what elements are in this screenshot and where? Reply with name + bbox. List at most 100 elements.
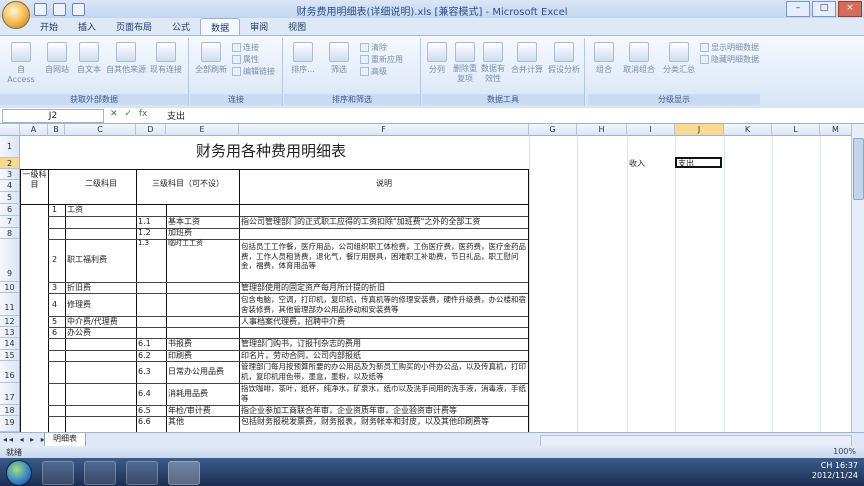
col-header-e[interactable]: E [166, 124, 239, 136]
from-other-sources-button[interactable]: 自其他来源 [106, 42, 146, 75]
connections-button[interactable]: 连接 [232, 42, 259, 53]
name-box[interactable]: J2 [2, 109, 104, 123]
select-all-corner[interactable] [0, 124, 20, 136]
what-if-analysis-button[interactable]: 假设分析 [546, 42, 582, 75]
item-sub[interactable]: 消耗用品费 [168, 389, 208, 399]
item-name[interactable]: 职工福利费 [67, 255, 107, 265]
sheet-tab-detail[interactable]: 明细表 [44, 433, 86, 447]
col-header-j[interactable]: J [675, 124, 724, 136]
insert-function-icon[interactable]: fx [139, 109, 148, 119]
item-desc[interactable]: 包括员工工作餐，医疗用品，公司组织职工体检费，工伤医疗费，医药费，医疗金药品费，… [241, 242, 526, 282]
item-desc[interactable]: 管理部使用的固定资产每月所计提的折旧 [241, 283, 527, 293]
item-desc[interactable]: 指公司管理部门的正式职工应得的工资扣除"加班费"之外的全部工资 [241, 217, 527, 227]
item-sub[interactable]: 临时工工资 [168, 238, 203, 248]
item-number[interactable]: 3 [52, 283, 57, 293]
header-level3[interactable]: 三级科目（可不设） [140, 179, 236, 189]
item-desc[interactable]: 包括财务报税发票费，财务报表，财务帐本和封皮，以及其他印刷费等 [241, 417, 527, 427]
item-sub[interactable]: 日常办公用品费 [168, 367, 224, 377]
tab-data[interactable]: 数据 [200, 18, 241, 35]
item-number[interactable]: 2 [52, 255, 57, 265]
row-header-15[interactable]: 15 [0, 350, 20, 361]
vertical-scrollbar[interactable] [851, 124, 864, 432]
presentation-taskbar-icon[interactable] [126, 461, 158, 485]
ungroup-button[interactable]: 取消组合 [620, 42, 658, 75]
item-code[interactable]: 6.2 [138, 351, 151, 361]
item-code[interactable]: 6.3 [138, 367, 151, 377]
properties-button[interactable]: 属性 [232, 54, 259, 65]
col-header-f[interactable]: F [239, 124, 529, 136]
worksheet-grid[interactable]: A B C D E F G H I J K L M 1 2 3 4 5 6 7 … [0, 124, 864, 432]
item-sub[interactable]: 印刷费 [168, 351, 192, 361]
row-header-10[interactable]: 10 [0, 282, 20, 293]
minimize-button[interactable]: – [786, 1, 810, 17]
item-sub[interactable]: 基本工资 [168, 217, 200, 227]
tab-view[interactable]: 视图 [278, 18, 316, 35]
item-number[interactable]: 5 [52, 317, 57, 327]
close-button[interactable]: × [838, 1, 862, 17]
col-header-g[interactable]: G [529, 124, 577, 136]
row-header-1[interactable]: 1 [0, 136, 20, 158]
col-header-d[interactable]: D [136, 124, 166, 136]
enter-icon[interactable]: ✓ [124, 109, 132, 119]
header-level1[interactable]: 一级科目 [22, 170, 47, 189]
formula-input[interactable]: 支出 [167, 109, 185, 122]
paint-taskbar-icon[interactable] [84, 461, 116, 485]
from-access-button[interactable]: 自 Access [4, 42, 38, 84]
item-desc[interactable]: 印名片，劳动合同，公司内部报纸 [241, 351, 527, 361]
row-header-3[interactable]: 3 [0, 169, 20, 180]
item-desc[interactable]: 指企业参加工商联合年审，企业资质年审，企业验资审计费等 [241, 406, 527, 416]
item-desc[interactable]: 包含电脑，空调，打印机，复印机，传真机等的修理安装费，硬件升级费，办公楼和宿舍装… [241, 295, 526, 316]
item-code[interactable]: 6.5 [138, 406, 151, 416]
explorer-taskbar-icon[interactable] [42, 461, 74, 485]
col-header-i[interactable]: I [627, 124, 675, 136]
refresh-all-button[interactable]: 全部刷新 [194, 42, 228, 75]
item-sub[interactable]: 书报费 [168, 339, 192, 349]
tab-home[interactable]: 开始 [30, 18, 68, 35]
item-code[interactable]: 6.4 [138, 389, 151, 399]
consolidate-button[interactable]: 合并计算 [510, 42, 544, 75]
row-header-2[interactable]: 2 [0, 158, 20, 169]
item-name[interactable]: 修理费 [67, 300, 91, 310]
input-language[interactable]: CH [821, 461, 833, 470]
row-header-12[interactable]: 12 [0, 316, 20, 327]
item-code[interactable]: 6.6 [138, 417, 151, 427]
col-header-l[interactable]: L [772, 124, 820, 136]
start-button[interactable] [6, 460, 32, 486]
tab-review[interactable]: 审阅 [240, 18, 278, 35]
data-validation-button[interactable]: 数据有效性 [480, 42, 506, 83]
hide-detail-button[interactable]: 隐藏明细数据 [700, 54, 759, 65]
row-header-6[interactable]: 6 [0, 204, 20, 216]
from-text-button[interactable]: 自文本 [74, 42, 104, 75]
row-header-19[interactable]: 19 [0, 416, 20, 432]
col-header-k[interactable]: K [724, 124, 772, 136]
maximize-button[interactable]: □ [812, 1, 836, 17]
item-number[interactable]: 4 [52, 300, 57, 310]
item-sub[interactable]: 加班费 [168, 228, 192, 238]
item-name[interactable]: 工资 [67, 205, 83, 215]
row-header-17[interactable]: 17 [0, 383, 20, 405]
row-header-8[interactable]: 8 [0, 228, 20, 239]
item-code[interactable]: 6.1 [138, 339, 151, 349]
item-number[interactable]: 6 [52, 328, 57, 338]
cancel-icon[interactable]: ✕ [110, 109, 118, 119]
excel-taskbar-icon[interactable] [168, 461, 200, 485]
item-number[interactable]: 1 [52, 205, 57, 215]
row-header-16[interactable]: 16 [0, 361, 20, 383]
header-level2[interactable]: 二级科目 [66, 179, 136, 189]
zoom-level[interactable]: 100% [833, 447, 856, 456]
item-code[interactable]: 1.2 [138, 228, 151, 238]
clear-button[interactable]: 清除 [360, 42, 387, 53]
group-button[interactable]: 组合 [590, 42, 618, 75]
row-header-14[interactable]: 14 [0, 338, 20, 350]
item-desc[interactable]: 人事档案代理费，招聘中介费 [241, 317, 527, 327]
item-desc[interactable]: 指饮咖啡，茶叶，纸杯，纯净水，矿泉水，纸巾以及洗手间用的洗手液，消毒液，手纸等 [241, 384, 526, 405]
row-header-11[interactable]: 11 [0, 293, 20, 316]
tab-page-layout[interactable]: 页面布局 [106, 18, 162, 35]
tab-insert[interactable]: 插入 [68, 18, 106, 35]
row-header-7[interactable]: 7 [0, 216, 20, 228]
item-name[interactable]: 办公费 [67, 328, 91, 338]
edit-links-button[interactable]: 编辑链接 [232, 66, 275, 77]
row-header-4[interactable]: 4 [0, 180, 20, 192]
reapply-button[interactable]: 重新应用 [360, 54, 403, 65]
col-header-m[interactable]: M [820, 124, 852, 136]
